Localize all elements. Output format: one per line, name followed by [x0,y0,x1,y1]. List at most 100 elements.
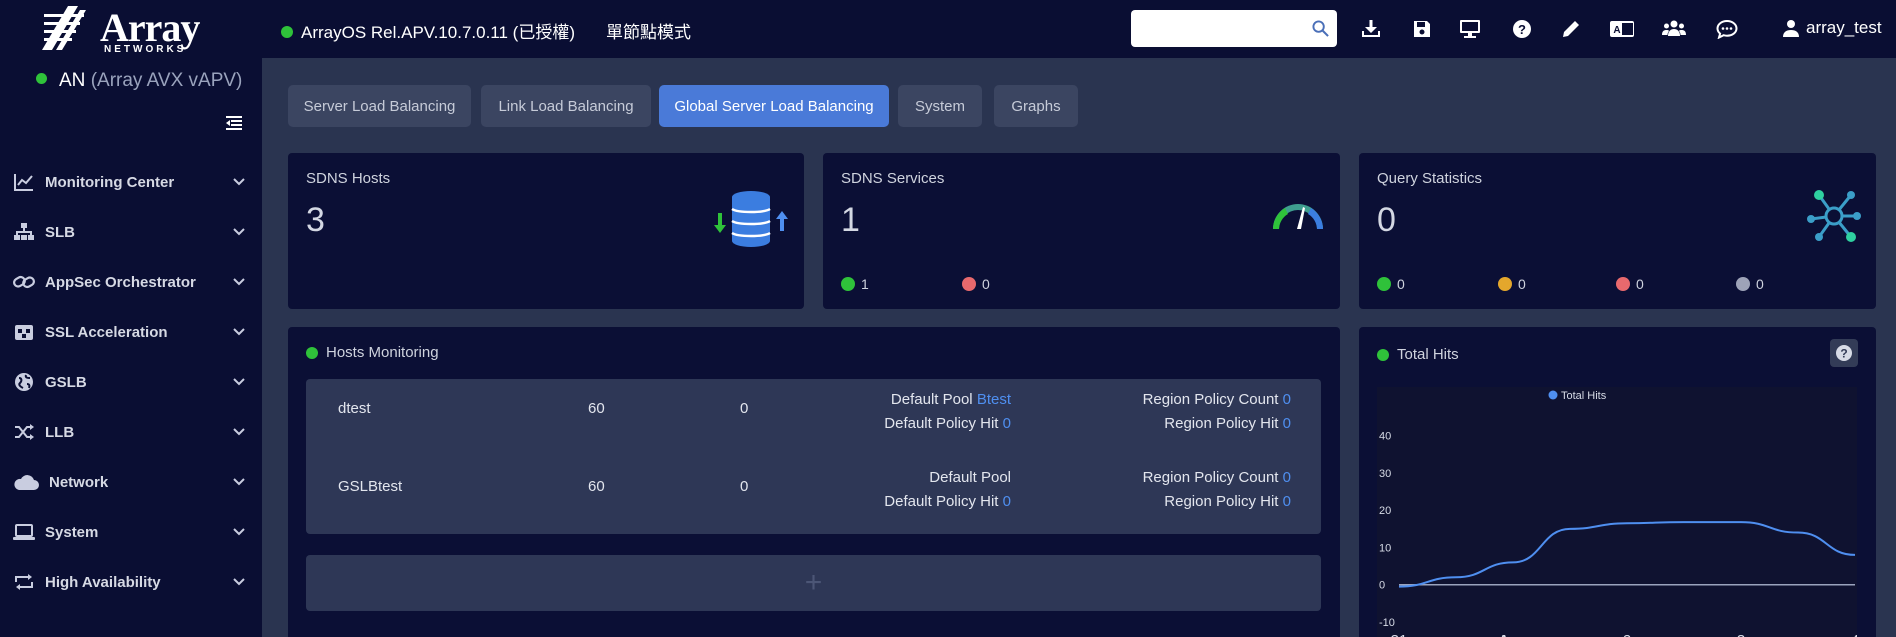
version-status: ArrayOS Rel.APV.10.7.0.11 (已授權) [281,18,575,43]
tab-system[interactable]: System [898,85,982,127]
tab-link-load-balancing[interactable]: Link Load Balancing [481,85,651,127]
host-value-2: 0 [740,400,749,417]
ssl-icon [13,321,35,343]
search-input[interactable] [1139,16,1309,40]
default-policy-hit-value[interactable]: 0 [1003,493,1011,510]
app-root: Array NETWORKS AN (Array AVX vAPV) Monit… [0,0,1896,637]
host-row[interactable]: dtest 60 0 Default Pool Btest Default Po… [306,385,1321,435]
chevron-down-icon [233,328,245,336]
total-hits-panel: Total Hits ? Total Hits 40 30 20 10 0 -10 31 Aug… [1359,327,1876,637]
region-policy-count-value[interactable]: 0 [1283,391,1291,408]
chevron-down-icon [233,578,245,586]
sidebar-item-label: Network [49,473,109,491]
cloud-icon [13,471,39,493]
sidebar-item-appsec-orchestrator[interactable]: AppSec Orchestrator [0,257,262,307]
chevron-down-icon [233,528,245,536]
query-count: 0 [1377,201,1396,239]
panel-title: Hosts Monitoring [326,344,439,361]
red-status-dot [1616,277,1630,291]
status-dot [1377,348,1389,361]
username: array_test [1806,18,1882,37]
card-title: Query Statistics [1377,170,1483,187]
default-policy-hit-label: Default Policy Hit [884,415,999,432]
region-policy-hit-label: Region Policy Hit [1164,415,1279,432]
sitemap-icon [13,221,35,243]
region-policy-hit-value[interactable]: 0 [1283,493,1291,510]
sdns-hosts-card: SDNS Hosts 3 [288,153,804,309]
sidebar-item-llb[interactable]: LLB [0,407,262,457]
array-logo[interactable]: Array NETWORKS [42,5,222,55]
help-button[interactable]: ? [1830,339,1858,367]
services-down-count: 0 [982,276,990,292]
sidebar-item-label: AppSec Orchestrator [45,273,196,291]
host-value-1: 60 [588,400,605,417]
sidebar-item-network[interactable]: Network [0,457,262,507]
y-tick-label: 20 [1379,505,1391,517]
total-hits-chart: Total Hits 40 30 20 10 0 -10 31 Aug 2 3 4 [1377,387,1859,637]
add-host-button[interactable]: + [306,555,1321,611]
host-name: dtest [338,400,371,417]
default-pool-label: Default Pool [929,469,1011,486]
download-icon[interactable] [1359,17,1383,41]
tab-graphs[interactable]: Graphs [994,85,1078,127]
sdns-services-card: SDNS Services 1 1 0 [823,153,1340,309]
version-status-dot [281,26,293,38]
search-icon[interactable] [1312,20,1329,37]
language-icon[interactable]: A [1610,17,1634,41]
node-status: AN (Array AVX vAPV) [36,70,242,92]
sidebar-item-high-availability[interactable]: High Availability [0,557,262,607]
sidebar-item-system[interactable]: System [0,507,262,557]
sidebar-nav: Monitoring Center SLB AppSec Orchestrato… [0,157,262,607]
query-red-count: 0 [1636,276,1644,292]
legend-label: Total Hits [1561,390,1607,402]
host-value-2: 0 [740,478,749,495]
laptop-icon [13,521,35,543]
default-pool-info: Default Pool Default Policy Hit 0 [884,466,1011,514]
chart-line-icon [13,171,35,193]
globe-icon [13,371,35,393]
mode-label: 單節點模式 [606,23,691,42]
version-label: ArrayOS Rel.APV.10.7.0.11 (已授權) [301,23,575,42]
query-green-count: 0 [1397,276,1405,292]
sync-icon [13,571,35,593]
tab-global-server-load-balancing[interactable]: Global Server Load Balancing [659,85,889,127]
sidebar-item-slb[interactable]: SLB [0,207,262,257]
region-policy-hit-value[interactable]: 0 [1283,415,1291,432]
sidebar-item-ssl-acceleration[interactable]: SSL Acceleration [0,307,262,357]
monitor-icon[interactable] [1458,17,1482,41]
region-policy-count-label: Region Policy Count [1142,391,1279,408]
series-line-total-hits [1398,521,1856,588]
sidebar-item-gslb[interactable]: GSLB [0,357,262,407]
default-policy-hit-value[interactable]: 0 [1003,415,1011,432]
host-row[interactable]: GSLBtest 60 0 Default Pool Default Polic… [306,463,1321,513]
help-icon[interactable]: ? [1510,17,1534,41]
pen-icon[interactable] [1559,17,1583,41]
panel-title: Total Hits [1397,346,1459,363]
chat-icon[interactable] [1715,17,1739,41]
sidebar-item-label: GSLB [45,373,87,391]
query-gray-stat: 0 [1736,276,1764,292]
user-menu[interactable]: array_test [1782,18,1882,38]
help-icon: ? [1836,345,1852,361]
default-pool-label: Default Pool [890,391,973,408]
node-type: (Array AVX vAPV) [90,70,243,91]
sidebar-item-label: System [45,523,99,541]
sidebar-item-monitoring-center[interactable]: Monitoring Center [0,157,262,207]
services-down-stat: 0 [962,276,990,292]
default-pool-link[interactable]: Btest [977,391,1011,408]
gauge-icon [1273,204,1323,229]
host-value-1: 60 [588,478,605,495]
collapse-sidebar-icon[interactable] [225,114,243,132]
logo-subtext: NETWORKS [104,44,187,55]
save-icon[interactable] [1410,17,1434,41]
x-tick-label: Aug [1498,632,1527,637]
region-policy-count-value[interactable]: 0 [1283,469,1291,486]
query-orange-stat: 0 [1498,276,1526,292]
y-tick-label: 0 [1379,580,1385,592]
search-box[interactable] [1131,10,1337,47]
users-icon[interactable] [1662,17,1686,41]
svg-text:?: ? [1840,347,1847,361]
sidebar-item-label: High Availability [45,573,161,591]
node-name: AN [59,70,86,91]
tab-server-load-balancing[interactable]: Server Load Balancing [288,85,471,127]
